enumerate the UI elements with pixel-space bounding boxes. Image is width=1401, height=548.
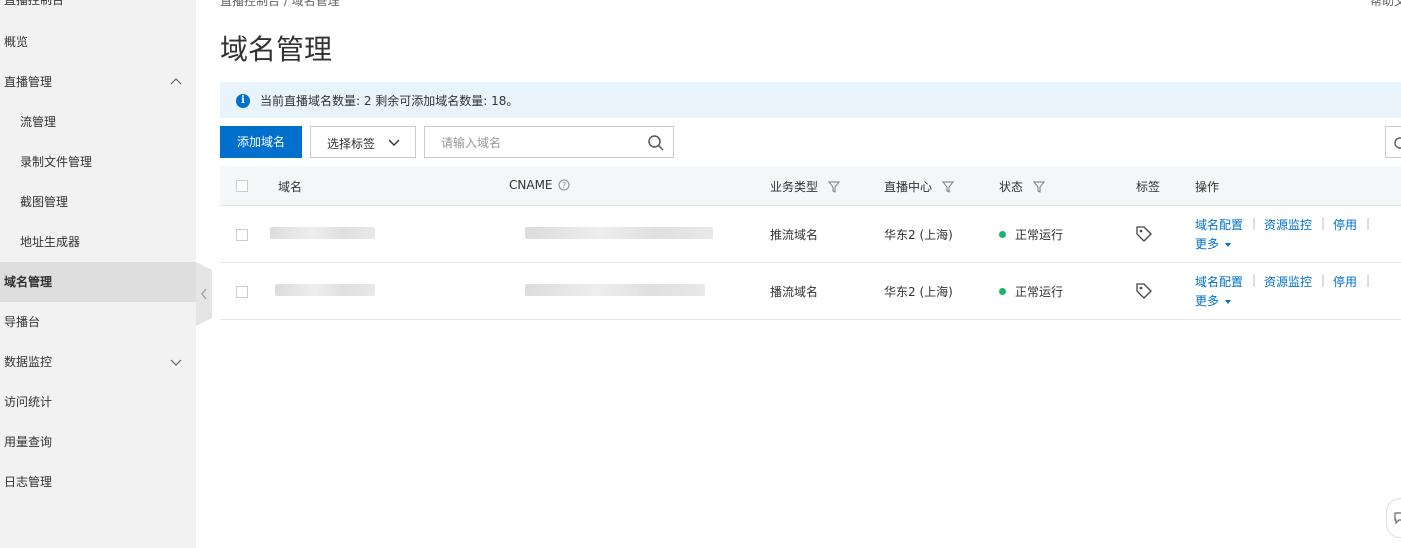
- tag-select-label: 选择标签: [327, 137, 376, 151]
- column-business-type-label: 业务类型: [770, 180, 819, 194]
- filter-icon[interactable]: [1032, 181, 1045, 193]
- disable-link[interactable]: 停用: [1333, 216, 1357, 233]
- action-separator: |: [1366, 216, 1371, 230]
- resource-monitor-link[interactable]: 资源监控: [1264, 273, 1312, 290]
- action-separator: |: [1252, 216, 1257, 230]
- filter-icon[interactable]: [827, 181, 840, 193]
- sidebar-item-live-management[interactable]: 直播管理: [0, 62, 196, 102]
- sidebar-item-access-stats[interactable]: 访问统计: [0, 382, 196, 422]
- help-docs-link[interactable]: 帮助文档: [1370, 0, 1401, 9]
- sidebar-item-production-studio[interactable]: 导播台: [0, 302, 196, 342]
- column-tag: 标签: [1136, 180, 1161, 194]
- status-dot: [999, 288, 1006, 295]
- column-actions: 操作: [1195, 180, 1220, 194]
- sidebar-item-label: 数据监控: [4, 355, 53, 369]
- action-separator: |: [1366, 273, 1371, 287]
- page-title: 域名管理: [220, 33, 333, 66]
- more-actions-label: 更多: [1195, 294, 1220, 308]
- action-separator: |: [1321, 216, 1326, 230]
- tag-icon[interactable]: [1135, 282, 1153, 300]
- chevron-down-icon: [388, 139, 400, 146]
- domain-name-redacted[interactable]: [270, 227, 375, 239]
- caret-down-icon: [1225, 242, 1232, 247]
- sidebar: 直播控制台 概览 直播管理 流管理 录制文件管理 截图管理 地址生成器 域名管理…: [0, 0, 196, 548]
- cname-redacted: [525, 227, 713, 239]
- sidebar-item-log-management[interactable]: 日志管理: [0, 462, 196, 502]
- refresh-button[interactable]: [1385, 126, 1401, 158]
- search-icon[interactable]: [647, 134, 665, 152]
- app-root: 直播控制台 概览 直播管理 流管理 录制文件管理 截图管理 地址生成器 域名管理…: [0, 0, 1401, 548]
- sidebar-item-data-monitoring[interactable]: 数据监控: [0, 342, 196, 382]
- feedback-button[interactable]: [1386, 498, 1401, 538]
- column-live-center-label: 直播中心: [884, 180, 933, 194]
- sidebar-item-usage-query[interactable]: 用量查询: [0, 422, 196, 462]
- sidebar-item-snapshots[interactable]: 截图管理: [0, 182, 196, 222]
- table-header: 域名 CNAME ? 业务类型 直播中心 状态 标签 操作: [220, 166, 1401, 206]
- sidebar-item-overview[interactable]: 概览: [0, 22, 196, 62]
- column-status: 状态: [999, 178, 1045, 195]
- tag-select[interactable]: 选择标签: [310, 126, 416, 158]
- column-status-label: 状态: [999, 180, 1024, 194]
- column-domain: 域名: [278, 180, 303, 194]
- tag-icon[interactable]: [1135, 225, 1153, 243]
- sidebar-console-title[interactable]: 直播控制台: [0, 0, 196, 20]
- column-cname-label: CNAME: [509, 178, 553, 192]
- sidebar-item-recording-files[interactable]: 录制文件管理: [0, 142, 196, 182]
- status-text: 正常运行: [1015, 228, 1064, 242]
- sidebar-item-stream-management[interactable]: 流管理: [0, 102, 196, 142]
- sidebar-item-url-generator[interactable]: 地址生成器: [0, 222, 196, 262]
- column-business-type: 业务类型: [770, 178, 840, 195]
- add-domain-button[interactable]: 添加域名: [220, 126, 302, 158]
- status-text: 正常运行: [1015, 285, 1064, 299]
- domain-search-field[interactable]: [424, 126, 674, 158]
- more-actions-label: 更多: [1195, 237, 1220, 251]
- domain-name-redacted[interactable]: [275, 284, 375, 296]
- column-cname: CNAME ?: [509, 178, 570, 192]
- action-separator: |: [1321, 273, 1326, 287]
- status-dot: [999, 231, 1006, 238]
- table-row: 播流域名 华东2 (上海) 正常运行 域名配置 | 资源监控 | 停用 | 更多: [220, 263, 1401, 320]
- refresh-icon: [1394, 137, 1401, 149]
- help-icon[interactable]: ?: [558, 179, 570, 191]
- live-center: 华东2 (上海): [884, 228, 953, 242]
- sidebar-item-label: 直播管理: [4, 75, 53, 89]
- resource-monitor-link[interactable]: 资源监控: [1264, 216, 1312, 233]
- table-row: 推流域名 华东2 (上海) 正常运行 域名配置 | 资源监控 | 停用 | 更多: [220, 206, 1401, 263]
- disable-link[interactable]: 停用: [1333, 273, 1357, 290]
- filter-icon[interactable]: [941, 181, 954, 193]
- caret-down-icon: [1225, 299, 1232, 304]
- svg-text:?: ?: [562, 181, 566, 190]
- row-checkbox[interactable]: [236, 229, 248, 241]
- domain-config-link[interactable]: 域名配置: [1195, 273, 1243, 290]
- chevron-up-icon: [170, 78, 182, 85]
- sidebar-collapse-button[interactable]: [196, 262, 212, 326]
- select-all-checkbox[interactable]: [236, 180, 248, 192]
- more-actions-dropdown[interactable]: 更多: [1195, 235, 1232, 252]
- business-type: 播流域名: [770, 285, 819, 299]
- column-live-center: 直播中心: [884, 178, 954, 195]
- feedback-icon: [1394, 512, 1401, 525]
- row-checkbox[interactable]: [236, 286, 248, 298]
- chevron-down-icon: [170, 359, 182, 366]
- search-input[interactable]: [441, 134, 641, 152]
- info-icon: i: [236, 94, 250, 108]
- business-type: 推流域名: [770, 228, 819, 242]
- live-center: 华东2 (上海): [884, 285, 953, 299]
- info-notice: i 当前直播域名数量: 2 剩余可添加域名数量: 18。: [220, 82, 1401, 118]
- sidebar-item-domain-management[interactable]: 域名管理: [0, 262, 196, 302]
- notice-text: 当前直播域名数量: 2 剩余可添加域名数量: 18。: [260, 94, 519, 108]
- cname-redacted: [525, 284, 705, 296]
- action-separator: |: [1252, 273, 1257, 287]
- more-actions-dropdown[interactable]: 更多: [1195, 292, 1232, 309]
- breadcrumb[interactable]: 直播控制台 / 域名管理: [220, 0, 340, 9]
- domain-config-link[interactable]: 域名配置: [1195, 216, 1243, 233]
